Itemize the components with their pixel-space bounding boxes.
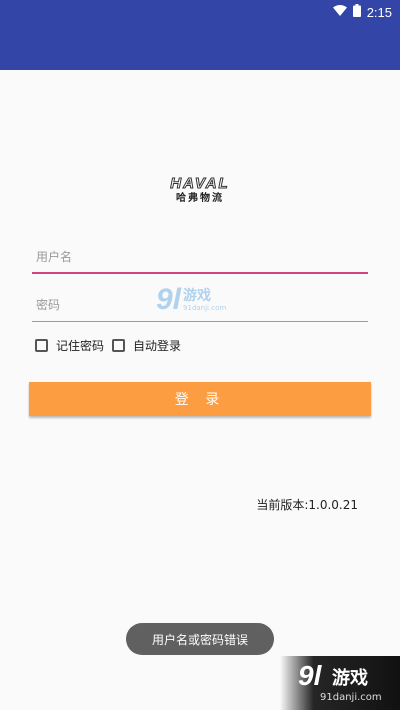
watermark-url: 91danji.com — [183, 303, 227, 312]
watermark-number: 9l — [156, 283, 182, 316]
login-button[interactable]: 登 录 — [29, 382, 371, 416]
watermark-name: 游戏 — [183, 287, 212, 304]
watermark-corner-number: 9l — [298, 660, 322, 691]
version-label: 当前版本:1.0.0.21 — [256, 498, 358, 512]
haval-logo: HAVAL 哈弗物流 — [160, 175, 240, 210]
watermark-corner-url: 91danji.com — [320, 692, 382, 703]
status-bar: 2:15 — [0, 0, 400, 70]
watermark-corner: 9l 游戏 91danji.com — [280, 656, 400, 710]
username-input[interactable]: 用户名 — [32, 244, 368, 274]
auto-login-label[interactable]: 自动登录 — [133, 337, 181, 354]
remember-password-checkbox[interactable] — [35, 338, 48, 352]
error-toast: 用户名或密码错误 — [126, 623, 274, 655]
watermark-logo: 9l 游戏 91danji.com — [156, 282, 256, 318]
username-placeholder: 用户名 — [36, 250, 73, 264]
wifi-icon — [332, 4, 347, 20]
remember-password-label[interactable]: 记住密码 — [56, 337, 104, 354]
login-options: 记住密码 自动登录 — [35, 336, 189, 354]
password-placeholder: 密码 — [36, 298, 61, 312]
watermark-corner-name: 游戏 — [332, 668, 368, 689]
logo-subtitle: 哈弗物流 — [176, 193, 224, 204]
logo-brand: HAVAL — [170, 175, 230, 192]
battery-icon — [352, 4, 361, 20]
auto-login-checkbox[interactable] — [112, 338, 126, 352]
status-icons: 2:15 — [332, 3, 392, 21]
status-time: 2:15 — [366, 4, 392, 20]
